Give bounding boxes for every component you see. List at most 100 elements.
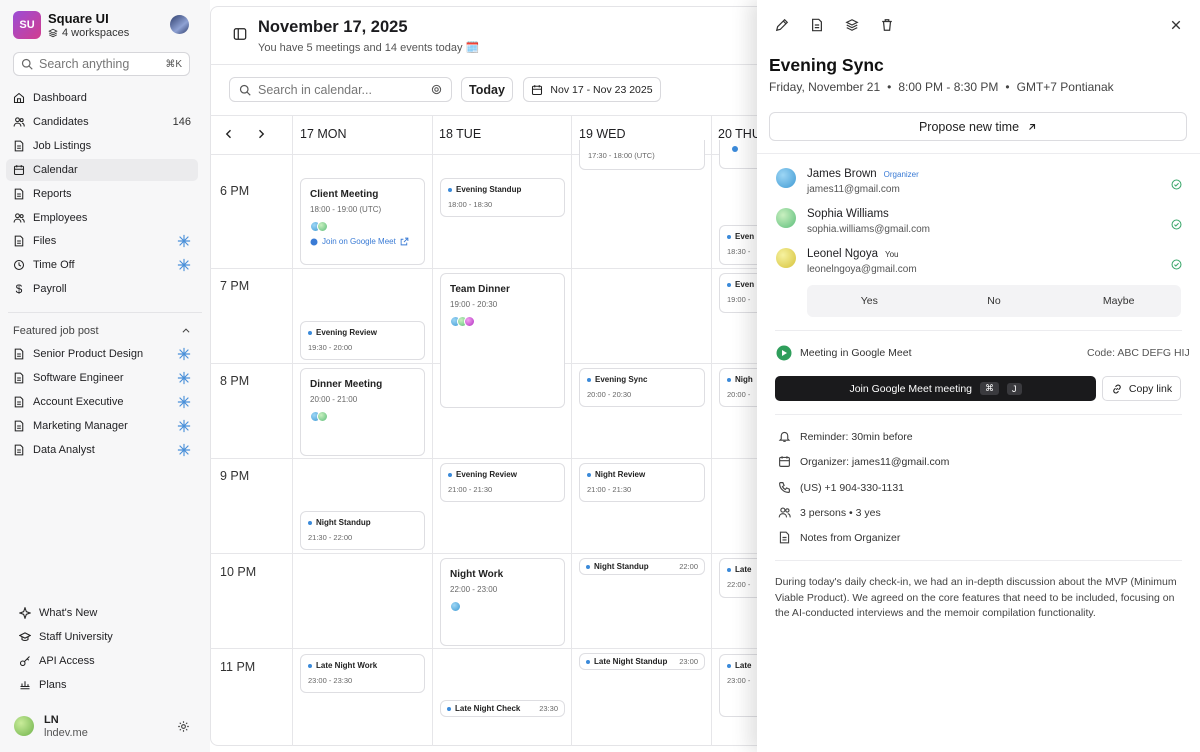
check-circle-icon (1171, 219, 1182, 230)
today-button[interactable]: Today (461, 77, 513, 102)
event-card[interactable]: 17:30 - 18:00 (UTC) (579, 140, 705, 170)
avatar (317, 221, 328, 232)
day-header-wed[interactable]: 19 WED (579, 127, 626, 141)
propose-new-time-button[interactable]: Propose new time (769, 112, 1187, 141)
separator-dot: • (1005, 80, 1010, 94)
event-card[interactable]: Late Night Work 23:00 - 23:30 (300, 654, 425, 693)
sidebar-item-candidates[interactable]: Candidates 146 (6, 111, 198, 133)
sidebar-item-plans[interactable]: Plans (12, 674, 204, 696)
arrow-up-right-icon (1027, 122, 1037, 132)
day-header-tue[interactable]: 18 TUE (439, 127, 481, 141)
copy-link-button[interactable]: Copy link (1102, 376, 1181, 401)
link-icon (1111, 383, 1123, 395)
header-divider (210, 64, 770, 65)
sidebar-item-reports[interactable]: Reports (6, 183, 198, 205)
event-card[interactable]: Late Night Standup 23:00 (579, 653, 705, 670)
event-time: 18:00 - 18:30 (448, 200, 493, 209)
search-icon (239, 84, 251, 96)
search-settings-icon[interactable] (431, 84, 442, 95)
featured-item-label: Software Engineer (33, 372, 124, 384)
sidebar-item-employees[interactable]: Employees (6, 207, 198, 229)
sidebar-toggle-icon[interactable] (233, 27, 247, 41)
edit-icon[interactable] (775, 18, 789, 32)
shortcut-key: ⌘ (980, 382, 1000, 395)
app-logo[interactable]: SU (13, 11, 41, 39)
event-name: Late Night Check (447, 704, 520, 713)
sidebar-item-payroll[interactable]: $ Payroll (6, 278, 198, 300)
featured-section-header[interactable]: Featured job post (13, 325, 191, 337)
join-meet-label: Join Google Meet meeting (849, 382, 973, 395)
rsvp-yes-button[interactable]: Yes (807, 285, 932, 317)
footer-avatar[interactable] (14, 716, 34, 736)
event-card[interactable]: Client Meeting 18:00 - 19:00 (UTC) Join … (300, 178, 425, 265)
user-avatar[interactable] (170, 15, 189, 34)
document-icon[interactable] (810, 18, 824, 32)
attendee-avatar (776, 168, 796, 188)
sparkle-icon (177, 258, 191, 272)
sidebar-item-calendar[interactable]: Calendar (6, 159, 198, 181)
event-card[interactable]: Team Dinner 19:00 - 20:30 (440, 273, 565, 408)
calendar-search-input[interactable]: Search in calendar... (229, 77, 452, 102)
trash-icon[interactable] (880, 18, 894, 32)
close-icon[interactable] (1170, 19, 1182, 31)
panel-divider (775, 330, 1182, 331)
event-card[interactable]: Evening Review 21:00 - 21:30 (440, 463, 565, 502)
event-card[interactable]: Dinner Meeting 20:00 - 21:00 (300, 368, 425, 456)
sidebar-item-api-access[interactable]: API Access (12, 650, 204, 672)
notes-title: Notes from Organizer (800, 531, 901, 544)
event-time: 23:30 (539, 704, 558, 713)
sidebar-item-files[interactable]: Files (6, 230, 198, 252)
attendee-name: Sophia Williams (807, 208, 889, 220)
sidebar-item-staff-university[interactable]: Staff University (12, 626, 204, 648)
rsvp-maybe-button[interactable]: Maybe (1056, 285, 1181, 317)
sidebar-item-whats-new[interactable]: What's New (12, 602, 204, 624)
event-card-evening-sync[interactable]: Evening Sync 20:00 - 20:30 (579, 368, 705, 407)
event-card[interactable]: Night Review 21:00 - 21:30 (579, 463, 705, 502)
sidebar-item-dashboard[interactable]: Dashboard (6, 87, 198, 109)
event-card[interactable]: Night Standup 21:30 - 22:00 (300, 511, 425, 550)
join-google-meet-button[interactable]: Join Google Meet meeting ⌘ J (775, 376, 1096, 401)
join-google-meet-link[interactable]: Join on Google Meet (310, 237, 415, 246)
event-card[interactable]: Late Night Check 23:30 (440, 700, 565, 717)
featured-item-account-executive[interactable]: Account Executive (6, 391, 198, 413)
event-card[interactable]: Night Standup 22:00 (579, 558, 705, 575)
event-time: 22:00 - 23:00 (450, 585, 498, 594)
event-card[interactable]: Night Work 22:00 - 23:00 (440, 558, 565, 646)
event-name: Evening Sync (587, 375, 697, 384)
date-range-picker[interactable]: Nov 17 - Nov 23 2025 (523, 77, 661, 102)
sidebar-search-input[interactable]: Search anything ⌘K (13, 52, 190, 76)
sidebar-item-time-off[interactable]: Time Off (6, 254, 198, 276)
external-link-icon (400, 237, 409, 246)
attendee-avatar (776, 208, 796, 228)
day-header-thu[interactable]: 20 THU (718, 127, 761, 141)
app-name[interactable]: Square UI (48, 11, 109, 26)
event-name: Evening Review (448, 470, 557, 479)
event-card[interactable]: Evening Review 19:30 - 20:00 (300, 321, 425, 360)
sidebar-item-job-listings[interactable]: Job Listings (6, 135, 198, 157)
attendee-email: sophia.williams@gmail.com (807, 224, 930, 235)
day-header-mon[interactable]: 17 MON (300, 127, 347, 141)
featured-item-senior-product-design[interactable]: Senior Product Design (6, 343, 198, 365)
layers-icon[interactable] (845, 18, 859, 32)
prev-week-icon[interactable] (223, 128, 235, 140)
copy-link-label: Copy link (1128, 382, 1173, 395)
page-subtitle: You have 5 meetings and 14 events today … (258, 42, 480, 54)
event-time: 23:00 (679, 657, 698, 666)
featured-item-marketing-manager[interactable]: Marketing Manager (6, 415, 198, 437)
chevron-up-icon (181, 326, 191, 336)
organizer-text: Organizer: james11@gmail.com (800, 455, 950, 468)
event-card[interactable]: Evening Standup 18:00 - 18:30 (440, 178, 565, 217)
next-week-icon[interactable] (255, 128, 267, 140)
workspace-switcher[interactable]: 4 workspaces (48, 27, 129, 39)
participants-row: 3 persons • 3 yes (778, 506, 881, 519)
rsvp-no-button[interactable]: No (932, 285, 1057, 317)
featured-item-label: Marketing Manager (33, 420, 128, 432)
gear-icon[interactable] (177, 720, 190, 733)
featured-item-data-analyst[interactable]: Data Analyst (6, 439, 198, 461)
featured-item-software-engineer[interactable]: Software Engineer (6, 367, 198, 389)
document-icon (13, 420, 25, 432)
sidebar-item-label: Calendar (33, 164, 78, 176)
sidebar-item-label: Employees (33, 212, 88, 224)
event-name: Evening Review (308, 328, 417, 337)
event-title: Evening Sync (769, 55, 884, 75)
